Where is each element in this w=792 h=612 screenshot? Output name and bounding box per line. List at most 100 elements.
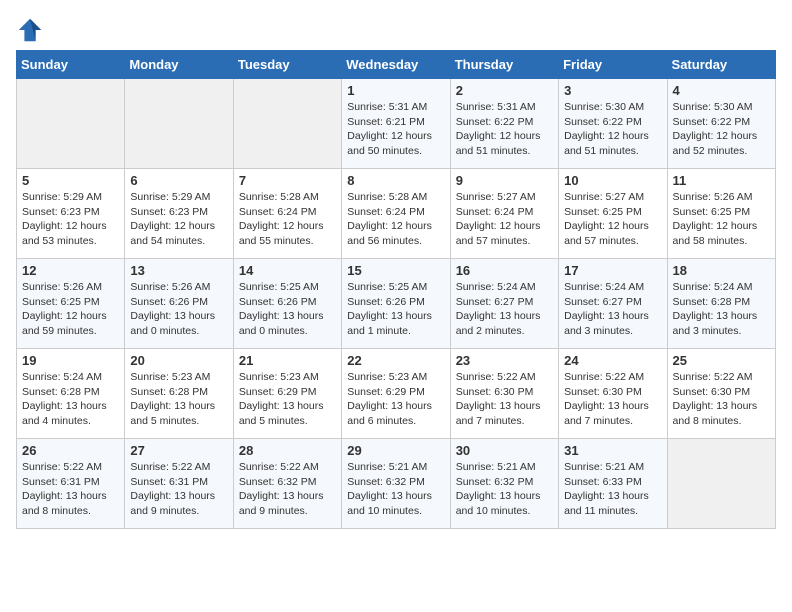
day-number: 7 [239, 173, 336, 188]
day-number: 23 [456, 353, 553, 368]
calendar-cell: 21 Sunrise: 5:23 AM Sunset: 6:29 PM Dayli… [233, 349, 341, 439]
cell-text: Sunrise: 5:22 AM Sunset: 6:31 PM Dayligh… [22, 460, 119, 519]
cell-text: Sunrise: 5:29 AM Sunset: 6:23 PM Dayligh… [130, 190, 227, 249]
cell-text: Sunrise: 5:21 AM Sunset: 6:32 PM Dayligh… [456, 460, 553, 519]
day-number: 12 [22, 263, 119, 278]
cell-text: Sunrise: 5:22 AM Sunset: 6:30 PM Dayligh… [564, 370, 661, 429]
calendar-cell: 29 Sunrise: 5:21 AM Sunset: 6:32 PM Dayli… [342, 439, 450, 529]
day-number: 2 [456, 83, 553, 98]
calendar-cell: 12 Sunrise: 5:26 AM Sunset: 6:25 PM Dayli… [17, 259, 125, 349]
weekday-header: Saturday [667, 51, 775, 79]
day-number: 8 [347, 173, 444, 188]
day-number: 18 [673, 263, 770, 278]
calendar-cell: 15 Sunrise: 5:25 AM Sunset: 6:26 PM Dayli… [342, 259, 450, 349]
calendar-cell [17, 79, 125, 169]
cell-text: Sunrise: 5:24 AM Sunset: 6:28 PM Dayligh… [673, 280, 770, 339]
day-number: 14 [239, 263, 336, 278]
cell-text: Sunrise: 5:22 AM Sunset: 6:30 PM Dayligh… [456, 370, 553, 429]
calendar-cell: 18 Sunrise: 5:24 AM Sunset: 6:28 PM Dayli… [667, 259, 775, 349]
day-number: 29 [347, 443, 444, 458]
calendar-cell [667, 439, 775, 529]
day-number: 31 [564, 443, 661, 458]
calendar-cell: 5 Sunrise: 5:29 AM Sunset: 6:23 PM Daylig… [17, 169, 125, 259]
day-number: 19 [22, 353, 119, 368]
calendar-cell: 17 Sunrise: 5:24 AM Sunset: 6:27 PM Dayli… [559, 259, 667, 349]
calendar-cell: 28 Sunrise: 5:22 AM Sunset: 6:32 PM Dayli… [233, 439, 341, 529]
calendar-week-row: 26Sunrise: 5:22 AM Sunset: 6:31 PM Dayli… [17, 439, 776, 529]
day-number: 1 [347, 83, 444, 98]
cell-text: Sunrise: 5:26 AM Sunset: 6:25 PM Dayligh… [673, 190, 770, 249]
cell-text: Sunrise: 5:30 AM Sunset: 6:22 PM Dayligh… [564, 100, 661, 159]
weekday-header: Monday [125, 51, 233, 79]
calendar-cell: 6 Sunrise: 5:29 AM Sunset: 6:23 PM Daylig… [125, 169, 233, 259]
weekday-header: Sunday [17, 51, 125, 79]
cell-text: Sunrise: 5:27 AM Sunset: 6:25 PM Dayligh… [564, 190, 661, 249]
day-number: 16 [456, 263, 553, 278]
cell-text: Sunrise: 5:29 AM Sunset: 6:23 PM Dayligh… [22, 190, 119, 249]
day-number: 11 [673, 173, 770, 188]
page-header [16, 16, 776, 44]
day-number: 10 [564, 173, 661, 188]
calendar-cell: 31 Sunrise: 5:21 AM Sunset: 6:33 PM Dayli… [559, 439, 667, 529]
day-number: 5 [22, 173, 119, 188]
weekday-header: Wednesday [342, 51, 450, 79]
cell-text: Sunrise: 5:22 AM Sunset: 6:30 PM Dayligh… [673, 370, 770, 429]
cell-text: Sunrise: 5:21 AM Sunset: 6:33 PM Dayligh… [564, 460, 661, 519]
cell-text: Sunrise: 5:31 AM Sunset: 6:21 PM Dayligh… [347, 100, 444, 159]
day-number: 21 [239, 353, 336, 368]
cell-text: Sunrise: 5:25 AM Sunset: 6:26 PM Dayligh… [347, 280, 444, 339]
cell-text: Sunrise: 5:24 AM Sunset: 6:28 PM Dayligh… [22, 370, 119, 429]
cell-text: Sunrise: 5:23 AM Sunset: 6:28 PM Dayligh… [130, 370, 227, 429]
calendar-table: SundayMondayTuesdayWednesdayThursdayFrid… [16, 50, 776, 529]
day-number: 15 [347, 263, 444, 278]
calendar-cell: 20Sunrise: 5:23 AM Sunset: 6:28 PM Dayli… [125, 349, 233, 439]
cell-text: Sunrise: 5:27 AM Sunset: 6:24 PM Dayligh… [456, 190, 553, 249]
day-number: 13 [130, 263, 227, 278]
cell-text: Sunrise: 5:28 AM Sunset: 6:24 PM Dayligh… [347, 190, 444, 249]
cell-text: Sunrise: 5:30 AM Sunset: 6:22 PM Dayligh… [673, 100, 770, 159]
calendar-cell: 13 Sunrise: 5:26 AM Sunset: 6:26 PM Dayli… [125, 259, 233, 349]
weekday-header: Tuesday [233, 51, 341, 79]
day-number: 27 [130, 443, 227, 458]
calendar-cell: 10 Sunrise: 5:27 AM Sunset: 6:25 PM Dayli… [559, 169, 667, 259]
cell-text: Sunrise: 5:26 AM Sunset: 6:26 PM Dayligh… [130, 280, 227, 339]
calendar-week-row: 12 Sunrise: 5:26 AM Sunset: 6:25 PM Dayli… [17, 259, 776, 349]
calendar-cell: 11 Sunrise: 5:26 AM Sunset: 6:25 PM Dayli… [667, 169, 775, 259]
day-number: 30 [456, 443, 553, 458]
day-number: 22 [347, 353, 444, 368]
calendar-cell: 4 Sunrise: 5:30 AM Sunset: 6:22 PM Daylig… [667, 79, 775, 169]
day-number: 24 [564, 353, 661, 368]
day-number: 28 [239, 443, 336, 458]
day-number: 4 [673, 83, 770, 98]
calendar-week-row: 5 Sunrise: 5:29 AM Sunset: 6:23 PM Daylig… [17, 169, 776, 259]
calendar-week-row: 1 Sunrise: 5:31 AM Sunset: 6:21 PM Daylig… [17, 79, 776, 169]
cell-text: Sunrise: 5:28 AM Sunset: 6:24 PM Dayligh… [239, 190, 336, 249]
day-number: 9 [456, 173, 553, 188]
cell-text: Sunrise: 5:24 AM Sunset: 6:27 PM Dayligh… [564, 280, 661, 339]
calendar-cell: 2 Sunrise: 5:31 AM Sunset: 6:22 PM Daylig… [450, 79, 558, 169]
day-number: 17 [564, 263, 661, 278]
calendar-cell: 23 Sunrise: 5:22 AM Sunset: 6:30 PM Dayli… [450, 349, 558, 439]
weekday-header: Friday [559, 51, 667, 79]
logo-icon [16, 16, 44, 44]
calendar-cell: 16 Sunrise: 5:24 AM Sunset: 6:27 PM Dayli… [450, 259, 558, 349]
logo [16, 16, 46, 44]
calendar-cell: 14Sunrise: 5:25 AM Sunset: 6:26 PM Dayli… [233, 259, 341, 349]
cell-text: Sunrise: 5:23 AM Sunset: 6:29 PM Dayligh… [347, 370, 444, 429]
cell-text: Sunrise: 5:22 AM Sunset: 6:32 PM Dayligh… [239, 460, 336, 519]
day-number: 25 [673, 353, 770, 368]
cell-text: Sunrise: 5:26 AM Sunset: 6:25 PM Dayligh… [22, 280, 119, 339]
cell-text: Sunrise: 5:24 AM Sunset: 6:27 PM Dayligh… [456, 280, 553, 339]
day-number: 6 [130, 173, 227, 188]
cell-text: Sunrise: 5:21 AM Sunset: 6:32 PM Dayligh… [347, 460, 444, 519]
calendar-cell: 19 Sunrise: 5:24 AM Sunset: 6:28 PM Dayli… [17, 349, 125, 439]
calendar-cell: 26Sunrise: 5:22 AM Sunset: 6:31 PM Dayli… [17, 439, 125, 529]
calendar-cell: 9 Sunrise: 5:27 AM Sunset: 6:24 PM Daylig… [450, 169, 558, 259]
day-number: 3 [564, 83, 661, 98]
calendar-cell: 30 Sunrise: 5:21 AM Sunset: 6:32 PM Dayli… [450, 439, 558, 529]
calendar-cell [233, 79, 341, 169]
calendar-cell: 7 Sunrise: 5:28 AM Sunset: 6:24 PM Daylig… [233, 169, 341, 259]
cell-text: Sunrise: 5:31 AM Sunset: 6:22 PM Dayligh… [456, 100, 553, 159]
cell-text: Sunrise: 5:23 AM Sunset: 6:29 PM Dayligh… [239, 370, 336, 429]
calendar-cell: 1 Sunrise: 5:31 AM Sunset: 6:21 PM Daylig… [342, 79, 450, 169]
